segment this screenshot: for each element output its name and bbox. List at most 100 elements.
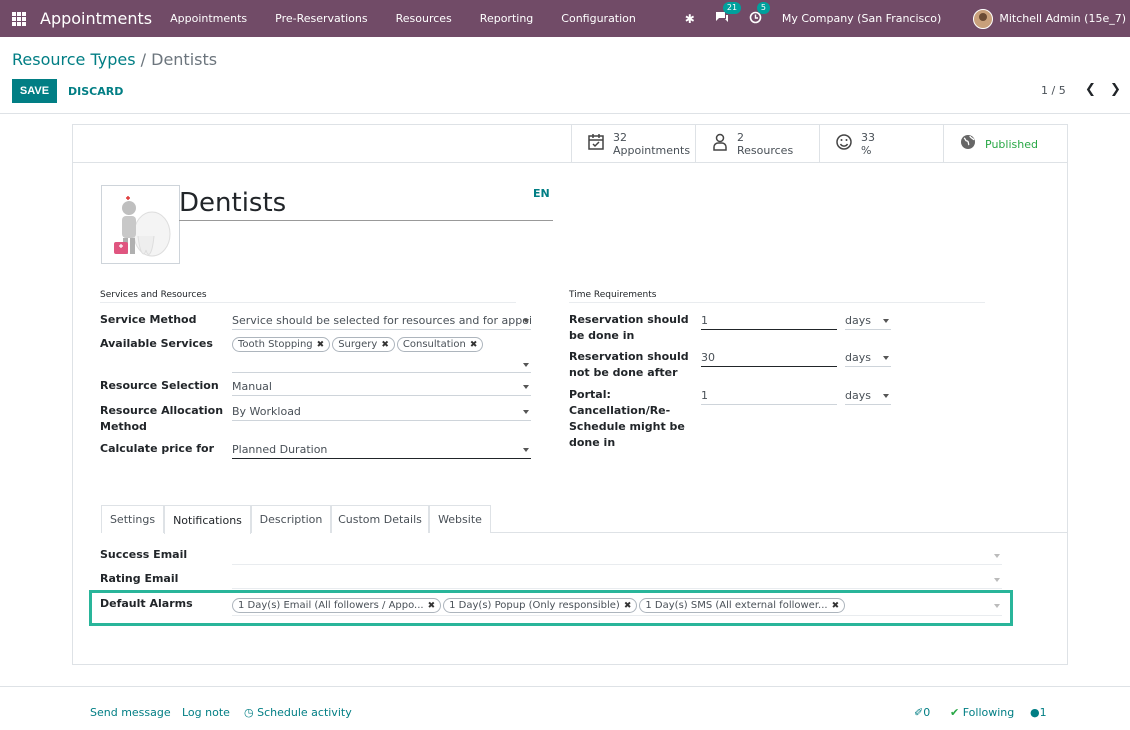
pager-previous-icon[interactable]: ❮ [1085, 82, 1096, 97]
save-button[interactable]: SAVE [12, 79, 57, 103]
appointments-stat-button[interactable]: 32 Appointments [571, 125, 695, 163]
breadcrumb-parent-link[interactable]: Resource Types [12, 50, 136, 69]
pager-next-icon[interactable]: ❯ [1110, 82, 1121, 97]
company-switcher[interactable]: My Company (San Francisco) [782, 12, 941, 25]
app-brand[interactable]: Appointments [40, 9, 152, 28]
activities-clock-icon[interactable]: 5 [749, 1, 770, 27]
tab-notifications[interactable]: Notifications [164, 505, 251, 534]
menu-appointments[interactable]: Appointments [170, 12, 247, 25]
tab-custom-details[interactable]: Custom Details [331, 505, 429, 533]
service-tag: Tooth Stopping ✖ [232, 337, 331, 352]
reservation-before-label: Reservation should be done in [569, 313, 689, 342]
chevron-down-icon[interactable] [994, 554, 1000, 558]
service-method-select[interactable]: Service should be selected for resources… [232, 312, 531, 330]
apps-menu-icon[interactable] [12, 11, 26, 26]
messaging-chat-icon[interactable]: 21 [715, 2, 742, 26]
chevron-down-icon[interactable] [994, 604, 1000, 608]
appointments-count: 32 [613, 131, 627, 144]
calculate-price-select[interactable]: Planned Duration [232, 441, 531, 459]
resource-selection-select[interactable]: Manual [232, 378, 531, 396]
resource-selection-label: Resource Selection [100, 379, 219, 392]
chevron-down-icon[interactable] [523, 448, 529, 452]
published-toggle-button[interactable]: Published [943, 125, 1067, 163]
followers-count: 1 [1039, 706, 1047, 719]
reservation-before-unit: days [845, 314, 871, 327]
form-sheet: 32 Appointments 2 Resources 33% Published [72, 124, 1068, 665]
remove-tag-icon[interactable]: ✖ [470, 340, 478, 350]
menu-configuration[interactable]: Configuration [561, 12, 636, 25]
reservation-after-label: Reservation should not be done after [569, 350, 689, 379]
resource-allocation-select[interactable]: By Workload [232, 403, 531, 421]
success-email-label: Success Email [100, 548, 188, 561]
rating-stat-button[interactable]: 33% [819, 125, 943, 163]
user-avatar[interactable] [973, 8, 994, 29]
success-email-select[interactable] [232, 547, 1002, 565]
log-note-button[interactable]: Log note [182, 706, 230, 719]
remove-tag-icon[interactable]: ✖ [317, 340, 325, 350]
calculate-price-label: Calculate price for [100, 442, 215, 455]
available-services-field[interactable]: Tooth Stopping ✖ Surgery ✖ Consultation ✖ [232, 336, 531, 373]
remove-tag-icon[interactable]: ✖ [381, 340, 389, 350]
remove-tag-icon[interactable]: ✖ [624, 601, 632, 611]
pager-value[interactable]: 1 / 5 [1041, 84, 1066, 97]
breadcrumb-current: Dentists [151, 50, 218, 69]
discard-button[interactable]: DISCARD [68, 79, 123, 103]
chevron-down-icon[interactable] [523, 363, 529, 367]
reservation-before-input[interactable]: 1 [701, 312, 837, 330]
portal-cancellation-input[interactable]: 1 [701, 387, 837, 405]
resource-allocation-value: By Workload [232, 405, 301, 418]
available-services-label: Available Services [100, 337, 213, 350]
portal-cancellation-label: Portal: Cancellation/Re-Schedule might b… [569, 388, 685, 449]
following-button[interactable]: ✔ Following [950, 706, 1014, 719]
chevron-down-icon[interactable] [883, 319, 889, 323]
resource-allocation-label: Resource Allocation Method [100, 404, 224, 433]
resource-type-image[interactable] [101, 185, 180, 264]
followers-button[interactable]: ●1 [1030, 706, 1047, 719]
reservation-before-unit-select[interactable]: days [845, 312, 891, 330]
language-translate-button[interactable]: EN [533, 187, 550, 200]
chevron-down-icon[interactable] [523, 410, 529, 414]
attachments-button[interactable]: ✐0 [914, 706, 930, 719]
tab-description[interactable]: Description [251, 505, 331, 533]
smiley-icon [832, 133, 856, 156]
send-message-button[interactable]: Send message [90, 706, 171, 719]
tab-settings[interactable]: Settings [101, 505, 164, 533]
rating-value: 33 [861, 131, 875, 144]
resource-type-name-field[interactable]: Dentists [179, 187, 553, 221]
reservation-after-unit-select[interactable]: days [845, 349, 891, 367]
check-icon: ✔ [950, 706, 960, 719]
reservation-after-input[interactable]: 30 [701, 349, 837, 367]
chevron-down-icon[interactable] [523, 319, 529, 323]
debug-bug-icon[interactable]: ✱ [685, 12, 695, 26]
alarm-tag: 1 Day(s) SMS (All external follower... ✖ [639, 598, 846, 613]
smart-button-box: 32 Appointments 2 Resources 33% Published [73, 125, 1067, 163]
schedule-activity-label: Schedule activity [257, 706, 352, 719]
remove-tag-icon[interactable]: ✖ [832, 601, 840, 611]
portal-unit-select[interactable]: days [845, 387, 891, 405]
control-panel-divider [0, 113, 1130, 114]
globe-icon [956, 134, 980, 155]
attachments-count: 0 [923, 706, 931, 719]
clock-icon: ◷ [244, 706, 254, 719]
tab-website[interactable]: Website [429, 505, 491, 533]
chevron-down-icon[interactable] [883, 394, 889, 398]
navbar-systray: ✱ 21 5 My Company (San Francisco) Mitche… [685, 0, 1126, 37]
default-alarms-field[interactable]: 1 Day(s) Email (All followers / Appo... ✖… [232, 596, 1002, 616]
top-navbar: Appointments Appointments Pre-Reservatio… [0, 0, 1130, 37]
activities-count-badge: 5 [756, 1, 770, 14]
menu-resources[interactable]: Resources [396, 12, 452, 25]
service-tag: Consultation ✖ [396, 337, 484, 352]
resources-stat-button[interactable]: 2 Resources [695, 125, 819, 163]
chevron-down-icon[interactable] [523, 385, 529, 389]
breadcrumb-separator: / [140, 50, 147, 69]
resource-selection-value: Manual [232, 380, 272, 393]
schedule-activity-button[interactable]: ◷ Schedule activity [244, 706, 352, 719]
remove-tag-icon[interactable]: ✖ [428, 601, 436, 611]
chevron-down-icon[interactable] [994, 578, 1000, 582]
menu-reporting[interactable]: Reporting [480, 12, 533, 25]
chevron-down-icon[interactable] [883, 356, 889, 360]
rating-email-label: Rating Email [100, 572, 179, 585]
menu-pre-reservations[interactable]: Pre-Reservations [275, 12, 367, 25]
user-menu[interactable]: Mitchell Admin (15e_7) [999, 12, 1126, 25]
rating-email-select[interactable] [232, 571, 1002, 589]
